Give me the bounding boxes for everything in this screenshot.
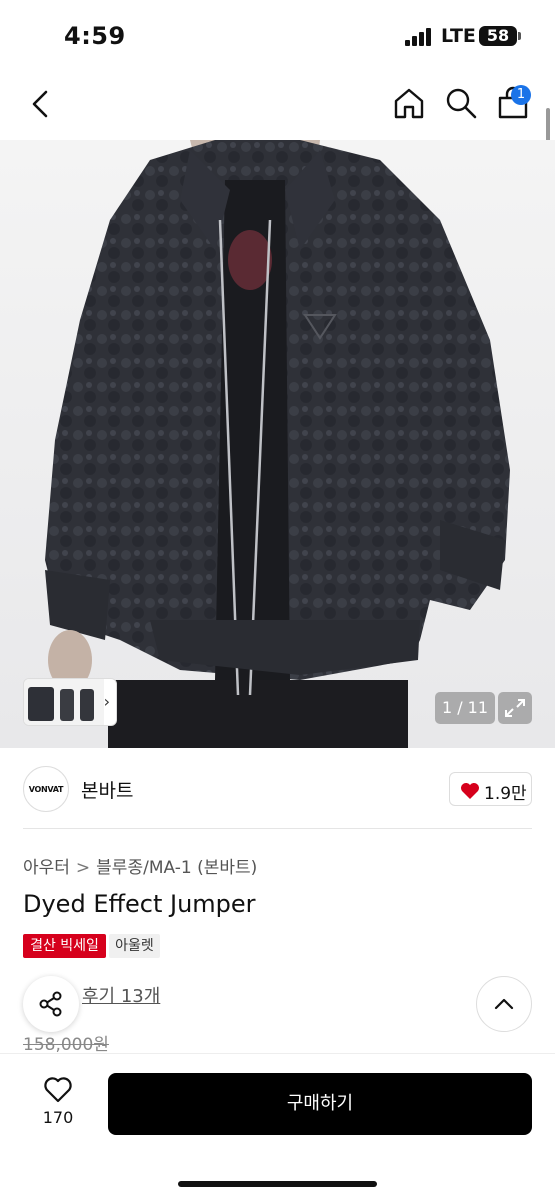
battery-icon: 58 <box>479 26 521 46</box>
signal-icon <box>405 28 433 46</box>
breadcrumb-category[interactable]: 아우터 <box>23 858 70 878</box>
sale-tag: 결산 빅세일 <box>23 934 106 958</box>
divider <box>23 828 532 829</box>
buy-button[interactable]: 구매하기 <box>108 1073 532 1135</box>
breadcrumb-subcategory[interactable]: 블루종/MA-1 (본바트) <box>96 858 257 878</box>
original-price: 158,000원 <box>23 1035 109 1055</box>
network-label: LTE <box>441 25 476 47</box>
breadcrumb: 아우터 > 블루종/MA-1 (본바트) <box>23 853 257 878</box>
home-icon[interactable] <box>392 86 426 120</box>
bottom-action-bar: 170 구매하기 <box>0 1053 555 1200</box>
outlet-tag: 아울렛 <box>109 934 160 958</box>
search-icon[interactable] <box>444 86 478 120</box>
status-time: 4:59 <box>64 22 126 50</box>
scroll-top-button[interactable] <box>476 976 532 1032</box>
image-counter: 1 / 11 <box>435 692 495 724</box>
share-button[interactable] <box>23 976 79 1032</box>
cart-count-badge: 1 <box>511 85 531 105</box>
brand-like-count: 1.9만 <box>484 784 527 804</box>
back-icon[interactable] <box>26 86 56 122</box>
brand-like-button[interactable]: 1.9만 <box>449 772 532 806</box>
like-button[interactable]: 170 <box>38 1074 78 1134</box>
gallery-thumbnail[interactable]: › <box>23 678 117 726</box>
product-title: Dyed Effect Jumper <box>23 890 256 918</box>
jacket-illustration <box>45 140 510 748</box>
product-image[interactable] <box>0 140 555 748</box>
chevron-up-icon <box>494 998 514 1010</box>
home-indicator <box>178 1181 377 1187</box>
like-count: 170 <box>42 1108 74 1127</box>
brand-logo[interactable]: VONVAT <box>23 766 69 812</box>
share-icon <box>39 991 62 1017</box>
chevron-right-icon: > <box>75 858 91 878</box>
heart-icon <box>44 1077 72 1103</box>
expand-icon[interactable] <box>498 692 532 724</box>
top-nav: 1 <box>0 76 555 132</box>
status-bar: 4:59 LTE 58 <box>0 0 555 70</box>
review-link[interactable]: 후기 13개 <box>82 982 160 1008</box>
brand-name[interactable]: 본바트 <box>81 776 133 803</box>
thumbnail-image <box>24 679 104 725</box>
brand-row[interactable]: VONVAT 본바트 1.9만 <box>0 760 555 820</box>
chevron-right-icon: › <box>103 692 110 711</box>
heart-filled-icon <box>461 783 479 799</box>
